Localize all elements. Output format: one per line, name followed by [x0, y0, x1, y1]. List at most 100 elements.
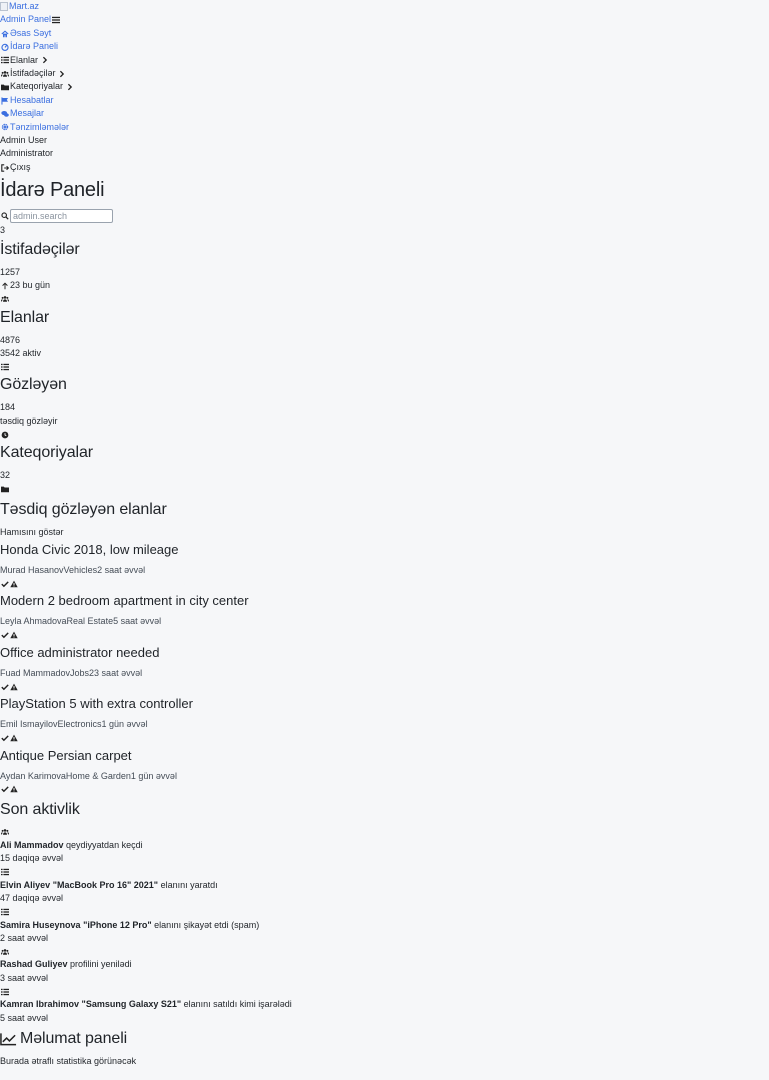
pending-item: Honda Civic 2018, low mileage Murad Hasan…	[0, 542, 769, 590]
panel-title[interactable]: Admin Panel	[0, 13, 51, 26]
arrow-up-icon	[0, 281, 9, 290]
stat-value: 4876	[0, 334, 21, 345]
sidebar-item-4[interactable]: İstifadəçilər	[0, 67, 769, 80]
stat-subtext: 3542 aktiv	[0, 347, 42, 358]
activity-user: Rashad Guliyev	[0, 959, 68, 970]
page-title: İdarə Paneli	[0, 179, 105, 202]
search-bar	[0, 207, 769, 224]
sidebar-nav: Əsas Səyt İdarə Paneli Elanlar İstifadəçilə…	[0, 27, 769, 134]
sidebar-item-1[interactable]: Əsas Səyt	[0, 27, 769, 40]
activity-icon-row	[0, 985, 769, 998]
sidebar-item-5[interactable]: Kateqoriyalar	[0, 80, 769, 93]
activity-icon-row	[0, 866, 769, 879]
check-icon	[0, 734, 9, 743]
logo-image-link[interactable]: Mart.az	[0, 0, 39, 13]
activity-icon-row	[0, 826, 769, 839]
reject-button[interactable]	[9, 785, 18, 794]
pending-item-title[interactable]: Office administrator needed	[0, 645, 769, 661]
clock-icon	[0, 430, 9, 439]
logout-label: Çıxış	[10, 161, 31, 172]
pending-item-user: Fuad Mammadov	[0, 667, 71, 678]
activity-text: Ali Mammadov qeydiyyatdan keçdi	[0, 839, 769, 852]
activity-item: Samira Huseynova "iPhone 12 Pro" elanını…	[0, 906, 769, 946]
sidebar-item-3[interactable]: Elanlar	[0, 54, 769, 67]
activity-user: Ali Mammadov	[0, 839, 64, 850]
notification-count[interactable]: 3	[0, 224, 769, 237]
pending-item-meta: Emil IsmayilovElectronics1 gün əvvəl	[0, 718, 769, 731]
activity-text: Kamran Ibrahimov "Samsung Galaxy S21" el…	[0, 998, 769, 1011]
reject-button[interactable]	[9, 734, 18, 743]
reject-button[interactable]	[9, 631, 18, 640]
pending-item-meta: Leyla AhmadovaReal Estate5 saat əvvəl	[0, 615, 769, 628]
dashboard-icon	[0, 42, 9, 51]
pending-item-meta: Murad HasanovVehicles2 saat əvvəl	[0, 564, 769, 577]
sidebar: Mart.az Admin Panel Əsas Səyt İdarə Panel…	[0, 0, 769, 174]
search-input[interactable]	[10, 208, 113, 223]
activity-item: Elvin Aliyev "MacBook Pro 16" 2021" elan…	[0, 866, 769, 906]
stat-subtext: təsdiq gözləyir	[0, 415, 58, 426]
pending-item: Antique Persian carpet Aydan KarimovaHome…	[0, 748, 769, 796]
pending-item-time: 2 saat əvvəl	[97, 564, 146, 575]
hamburger-icon[interactable]	[51, 16, 60, 25]
approve-button[interactable]	[0, 631, 9, 640]
activity-time: 3 saat əvvəl	[0, 972, 49, 983]
search-icon	[0, 211, 9, 220]
sidebar-item-label: Elanlar	[10, 54, 39, 65]
show-all-link[interactable]: Hamısını göstər	[0, 526, 769, 539]
users-icon	[0, 947, 9, 956]
approve-button[interactable]	[0, 579, 9, 588]
gear-icon	[0, 123, 9, 132]
sidebar-item-8[interactable]: Tənzimləmələr	[0, 121, 769, 134]
pending-item-title[interactable]: PlayStation 5 with extra controller	[0, 696, 769, 712]
stat-value: 1257	[0, 266, 21, 277]
approve-button[interactable]	[0, 785, 9, 794]
sidebar-item-2[interactable]: İdarə Paneli	[0, 40, 769, 53]
activity-text: Rashad Guliyev profilini yenilədi	[0, 958, 769, 971]
home-icon	[0, 29, 9, 38]
activity-action: elanını satıldı kimi işarələdi	[183, 999, 292, 1010]
logo-link[interactable]: Mart.az	[0, 0, 769, 13]
pending-item-actions	[0, 577, 769, 590]
pending-item: Office administrator needed Fuad Mammadov…	[0, 645, 769, 693]
sidebar-item-label: Mesajlar	[10, 108, 45, 119]
activity-user: Kamran Ibrahimov	[0, 999, 80, 1010]
pending-item-actions	[0, 629, 769, 642]
pending-item-meta: Fuad MammadovJobs23 saat əvvəl	[0, 667, 769, 680]
logo-alt-text: Mart.az	[9, 1, 40, 11]
approve-button[interactable]	[0, 682, 9, 691]
check-icon	[0, 682, 9, 691]
stat-icon-row	[0, 293, 769, 306]
pending-item-meta: Aydan KarimovaHome & Garden1 gün əvvəl	[0, 770, 769, 783]
reject-button[interactable]	[9, 579, 18, 588]
sidebar-item-label: Kateqoriyalar	[10, 81, 64, 92]
chevron-right-icon	[65, 83, 74, 92]
user-name: Admin User	[0, 135, 48, 146]
pending-item-title[interactable]: Antique Persian carpet	[0, 748, 769, 764]
warning-icon	[9, 734, 18, 743]
activity-action: qeydiyyatdan keçdi	[66, 839, 143, 850]
reject-button[interactable]	[9, 682, 18, 691]
sidebar-item-6[interactable]: Hesabatlar	[0, 94, 769, 107]
pending-item-user: Emil Ismayilov	[0, 719, 58, 730]
check-icon	[0, 785, 9, 794]
warning-icon	[9, 682, 18, 691]
stat-icon-row	[0, 360, 769, 373]
pending-item-time: 23 saat əvvəl	[89, 667, 143, 678]
pending-item-category: Vehicles	[63, 564, 98, 575]
sign-out-icon	[0, 163, 9, 172]
pending-item-title[interactable]: Modern 2 bedroom apartment in city cente…	[0, 593, 769, 609]
stat-icon-row	[0, 428, 769, 441]
sidebar-item-label: Əsas Səyt	[10, 27, 52, 38]
pending-item: PlayStation 5 with extra controller Emil …	[0, 696, 769, 744]
activity-item: Rashad Guliyev profilini yenilədi 3 saat …	[0, 945, 769, 985]
pending-item-user: Aydan Karimova	[0, 770, 66, 781]
sidebar-item-7[interactable]: Mesajlar	[0, 107, 769, 120]
activity-icon-row	[0, 906, 769, 919]
logout-button[interactable]: Çıxış	[0, 161, 769, 174]
pending-item-title[interactable]: Honda Civic 2018, low mileage	[0, 542, 769, 558]
panel-title-row: Admin Panel	[0, 13, 769, 26]
approve-button[interactable]	[0, 734, 9, 743]
stat-card: Kateqoriyalar 32	[0, 443, 769, 495]
flag-icon	[0, 96, 9, 105]
chevron-right-icon	[58, 69, 67, 78]
